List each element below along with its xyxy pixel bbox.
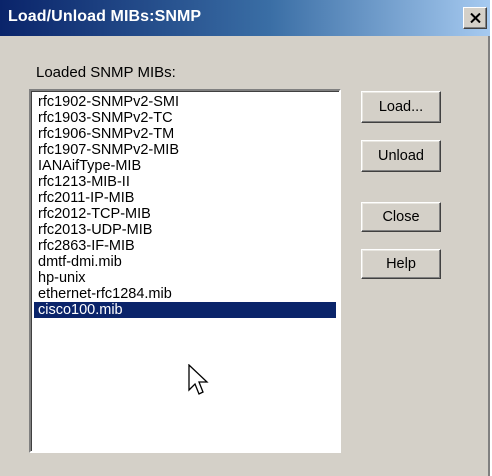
help-button[interactable]: Help [361, 249, 441, 279]
close-window-button[interactable] [463, 7, 487, 29]
loaded-mibs-label: Loaded SNMP MIBs: [36, 64, 176, 81]
mouse-pointer-icon [188, 364, 209, 395]
loaded-mibs-list: rfc1902-SNMPv2-SMI rfc1903-SNMPv2-TC rfc19… [34, 94, 336, 318]
list-item[interactable]: rfc1907-SNMPv2-MIB [34, 142, 336, 158]
list-item[interactable]: rfc2011-IP-MIB [34, 190, 336, 206]
list-item[interactable]: rfc1213-MIB-II [34, 174, 336, 190]
title-bar[interactable]: Load/Unload MIBs:SNMP [0, 0, 490, 36]
list-item[interactable]: IANAifType-MIB [34, 158, 336, 174]
list-item[interactable]: rfc2013-UDP-MIB [34, 222, 336, 238]
loaded-mibs-listbox[interactable]: rfc1902-SNMPv2-SMI rfc1903-SNMPv2-TC rfc19… [29, 89, 341, 453]
list-item[interactable]: rfc2863-IF-MIB [34, 238, 336, 254]
list-item[interactable]: rfc1902-SNMPv2-SMI [34, 94, 336, 110]
unload-button[interactable]: Unload [361, 140, 441, 172]
list-item[interactable]: rfc1906-SNMPv2-TM [34, 126, 336, 142]
load-button[interactable]: Load... [361, 91, 441, 123]
list-item[interactable]: hp-unix [34, 270, 336, 286]
list-item[interactable]: ethernet-rfc1284.mib [34, 286, 336, 302]
close-button[interactable]: Close [361, 202, 441, 232]
window-title: Load/Unload MIBs:SNMP [8, 8, 202, 25]
list-item[interactable]: rfc2012-TCP-MIB [34, 206, 336, 222]
list-item[interactable]: cisco100.mib [34, 302, 336, 318]
load-unload-mibs-dialog: Load/Unload MIBs:SNMP Loaded SNMP MIBs: … [0, 0, 490, 476]
list-item[interactable]: dmtf-dmi.mib [34, 254, 336, 270]
close-icon [470, 13, 481, 23]
list-item[interactable]: rfc1903-SNMPv2-TC [34, 110, 336, 126]
